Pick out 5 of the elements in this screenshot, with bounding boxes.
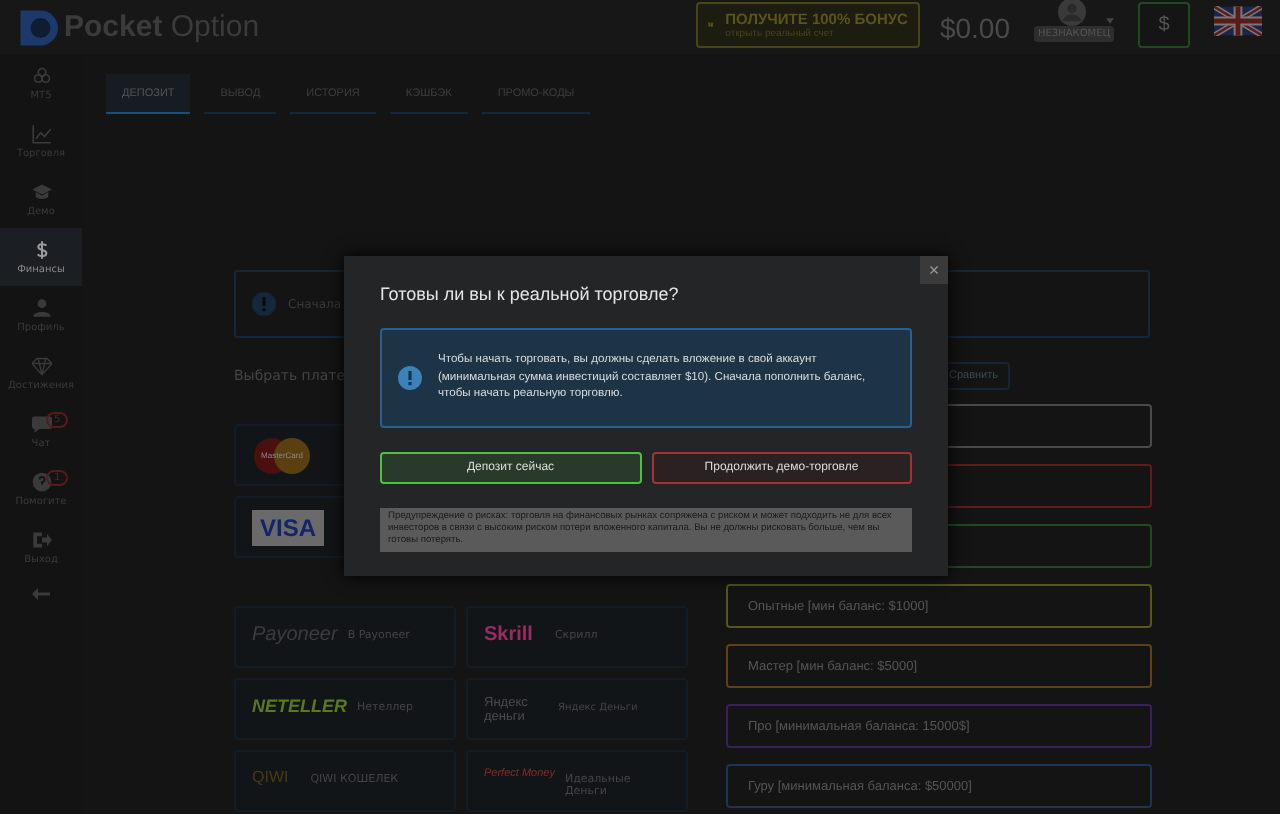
modal-title: Готовы ли вы к реальной торговле? <box>380 284 681 304</box>
skrill-logo: Skrill <box>484 624 533 646</box>
neteller-logo: NETELLER <box>252 696 348 716</box>
qiwi-logo: QIWI <box>252 768 289 786</box>
visa-logo: VISA <box>252 509 325 545</box>
